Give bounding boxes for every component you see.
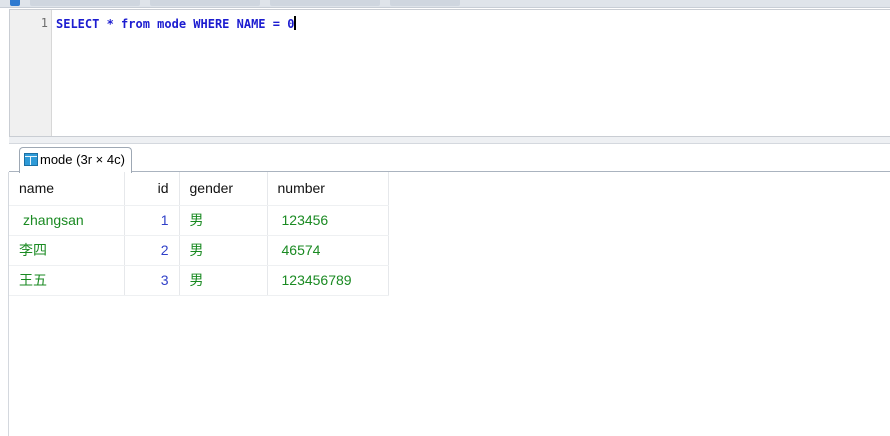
result-tab-bar: mode (3r × 4c) bbox=[9, 144, 890, 173]
cell-name[interactable]: zhangsan bbox=[9, 205, 125, 236]
result-grid: name id gender number zhangsan 1 男 12345… bbox=[9, 172, 389, 296]
grid-header-row: name id gender number bbox=[9, 172, 389, 206]
cell-gender[interactable]: 男 bbox=[179, 235, 268, 266]
query-tab-icon bbox=[10, 0, 20, 6]
column-header-gender[interactable]: gender bbox=[179, 172, 268, 206]
top-tab-strip[interactable] bbox=[0, 0, 890, 8]
sql-editor[interactable]: 1 SELECT * from mode WHERE NAME = 0 bbox=[9, 9, 890, 137]
result-tab-label: mode (3r × 4c) bbox=[40, 152, 125, 167]
cell-id[interactable]: 3 bbox=[124, 265, 180, 296]
line-number: 1 bbox=[40, 16, 48, 30]
column-header-id[interactable]: id bbox=[124, 172, 180, 206]
query-tab-1[interactable] bbox=[30, 0, 140, 6]
cell-number[interactable]: 123456789 bbox=[267, 265, 389, 296]
cell-gender[interactable]: 男 bbox=[179, 205, 268, 236]
pane-splitter[interactable] bbox=[9, 137, 890, 144]
table-row[interactable]: zhangsan 1 男 123456 bbox=[9, 205, 389, 236]
cell-gender[interactable]: 男 bbox=[179, 265, 268, 296]
column-header-number[interactable]: number bbox=[267, 172, 389, 206]
text-caret bbox=[294, 16, 297, 30]
query-tab-4[interactable] bbox=[390, 0, 460, 6]
column-header-name[interactable]: name bbox=[9, 172, 125, 206]
cell-name[interactable]: 王五 bbox=[9, 265, 125, 296]
cell-number[interactable]: 46574 bbox=[267, 235, 389, 266]
sql-query-line[interactable]: SELECT * from mode WHERE NAME = 0 bbox=[56, 16, 297, 31]
cell-number[interactable]: 123456 bbox=[267, 205, 389, 236]
line-number-gutter: 1 bbox=[10, 10, 52, 136]
cell-id[interactable]: 2 bbox=[124, 235, 180, 266]
query-tab-3[interactable] bbox=[270, 0, 380, 6]
left-margin bbox=[0, 172, 9, 436]
result-tab-mode[interactable]: mode (3r × 4c) bbox=[19, 147, 132, 173]
cell-id[interactable]: 1 bbox=[124, 205, 180, 236]
table-icon bbox=[24, 153, 38, 166]
query-tab-2[interactable] bbox=[150, 0, 260, 6]
cell-name[interactable]: 李四 bbox=[9, 235, 125, 266]
table-row[interactable]: 李四 2 男 46574 bbox=[9, 235, 389, 266]
sql-query-text: SELECT * from mode WHERE NAME = 0 bbox=[56, 17, 295, 31]
table-row[interactable]: 王五 3 男 123456789 bbox=[9, 265, 389, 296]
